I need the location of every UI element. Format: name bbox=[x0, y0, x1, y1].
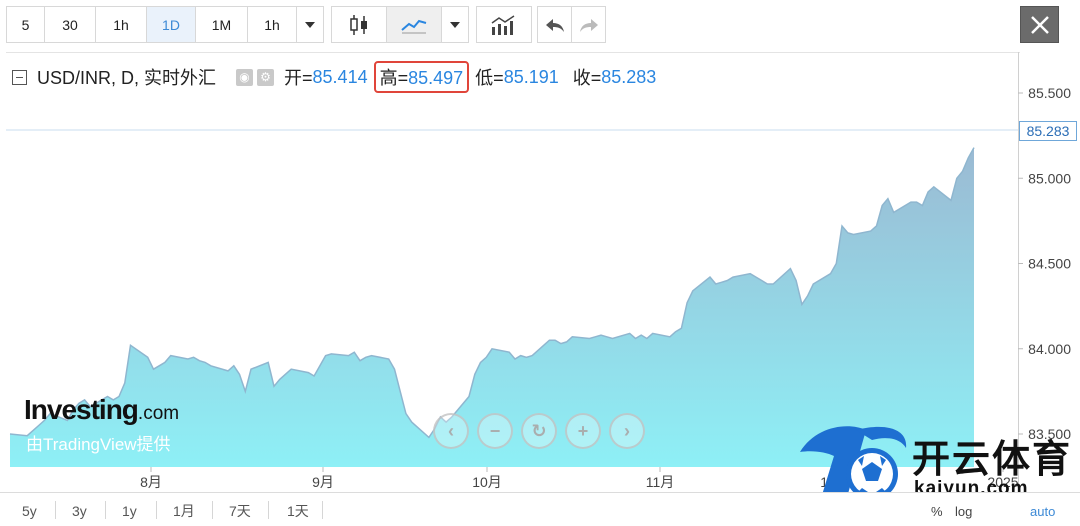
range-7d-button[interactable]: 7天 bbox=[229, 499, 251, 523]
low-label: 低= bbox=[475, 68, 504, 88]
kaiyun-logo-text: 开云体育 bbox=[912, 439, 1073, 481]
x-tick-label: 8月 bbox=[140, 474, 162, 490]
chevron-left-icon: ‹ bbox=[448, 420, 454, 441]
y-tick-label: 85.500 bbox=[1028, 85, 1071, 101]
scroll-left-button[interactable]: ‹ bbox=[433, 413, 469, 449]
high-label: 高= bbox=[379, 68, 409, 88]
investing-brand-suffix: .com bbox=[137, 403, 180, 424]
minus-icon: − bbox=[489, 420, 501, 441]
log-scale-button[interactable]: log bbox=[955, 499, 972, 523]
tradingview-credit: 由TradingView提供 bbox=[26, 435, 171, 454]
high-value: 85.497 bbox=[408, 68, 464, 88]
y-tick-label: 84.000 bbox=[1028, 341, 1071, 357]
x-tick-label: 9月 bbox=[312, 474, 334, 490]
open-label: 开= bbox=[284, 68, 313, 88]
scroll-right-button[interactable]: › bbox=[609, 413, 645, 449]
range-1d-button[interactable]: 1天 bbox=[287, 499, 309, 523]
gear-icon[interactable]: ⚙ bbox=[257, 68, 275, 86]
x-tick-label: 10月 bbox=[472, 474, 502, 490]
range-divider bbox=[322, 501, 323, 519]
range-divider bbox=[212, 501, 213, 519]
x-tick-label: 11月 bbox=[646, 474, 675, 490]
close-label: 收= bbox=[572, 68, 602, 88]
range-1m-button[interactable]: 1月 bbox=[173, 499, 195, 523]
y-tick-label: 85.000 bbox=[1028, 170, 1071, 186]
investing-brand: Investing bbox=[24, 394, 139, 425]
chart-navigation: ‹ − ↻ + › bbox=[433, 413, 645, 449]
close-value: 85.283 bbox=[601, 66, 657, 87]
last-price-tag: 85.283 bbox=[1019, 121, 1077, 141]
eye-icon[interactable]: ◉ bbox=[236, 68, 254, 86]
range-5y-button[interactable]: 5y bbox=[22, 499, 37, 523]
range-divider bbox=[105, 501, 106, 519]
chart-legend: USD/INR, D, 实时外汇 ◉ ⚙ 开= 85.414 高=85.497 … bbox=[12, 61, 657, 93]
y-tick-label: 84.500 bbox=[1028, 256, 1071, 272]
zoom-in-button[interactable]: + bbox=[565, 413, 601, 449]
range-bar: 5y 3y 1y 1月 7天 1天 % log auto bbox=[0, 492, 1080, 526]
open-value: 85.414 bbox=[312, 66, 368, 87]
symbol-title: USD/INR, D, 实时外汇 bbox=[37, 68, 217, 88]
range-divider bbox=[268, 501, 269, 519]
low-value: 85.191 bbox=[503, 66, 559, 87]
high-highlight-box: 高=85.497 bbox=[373, 61, 470, 93]
range-1y-button[interactable]: 1y bbox=[122, 499, 137, 523]
range-divider bbox=[156, 501, 157, 519]
auto-scale-button[interactable]: auto bbox=[1030, 499, 1055, 523]
zoom-out-button[interactable]: − bbox=[477, 413, 513, 449]
plus-icon: + bbox=[577, 420, 589, 441]
range-divider bbox=[55, 501, 56, 519]
collapse-legend-icon[interactable] bbox=[12, 69, 27, 85]
reset-button[interactable]: ↻ bbox=[521, 413, 557, 449]
range-3y-button[interactable]: 3y bbox=[72, 499, 87, 523]
percent-scale-button[interactable]: % bbox=[931, 499, 943, 523]
refresh-icon: ↻ bbox=[531, 420, 547, 441]
investing-logo: Investing.com bbox=[24, 394, 179, 426]
chevron-right-icon: › bbox=[624, 420, 630, 441]
